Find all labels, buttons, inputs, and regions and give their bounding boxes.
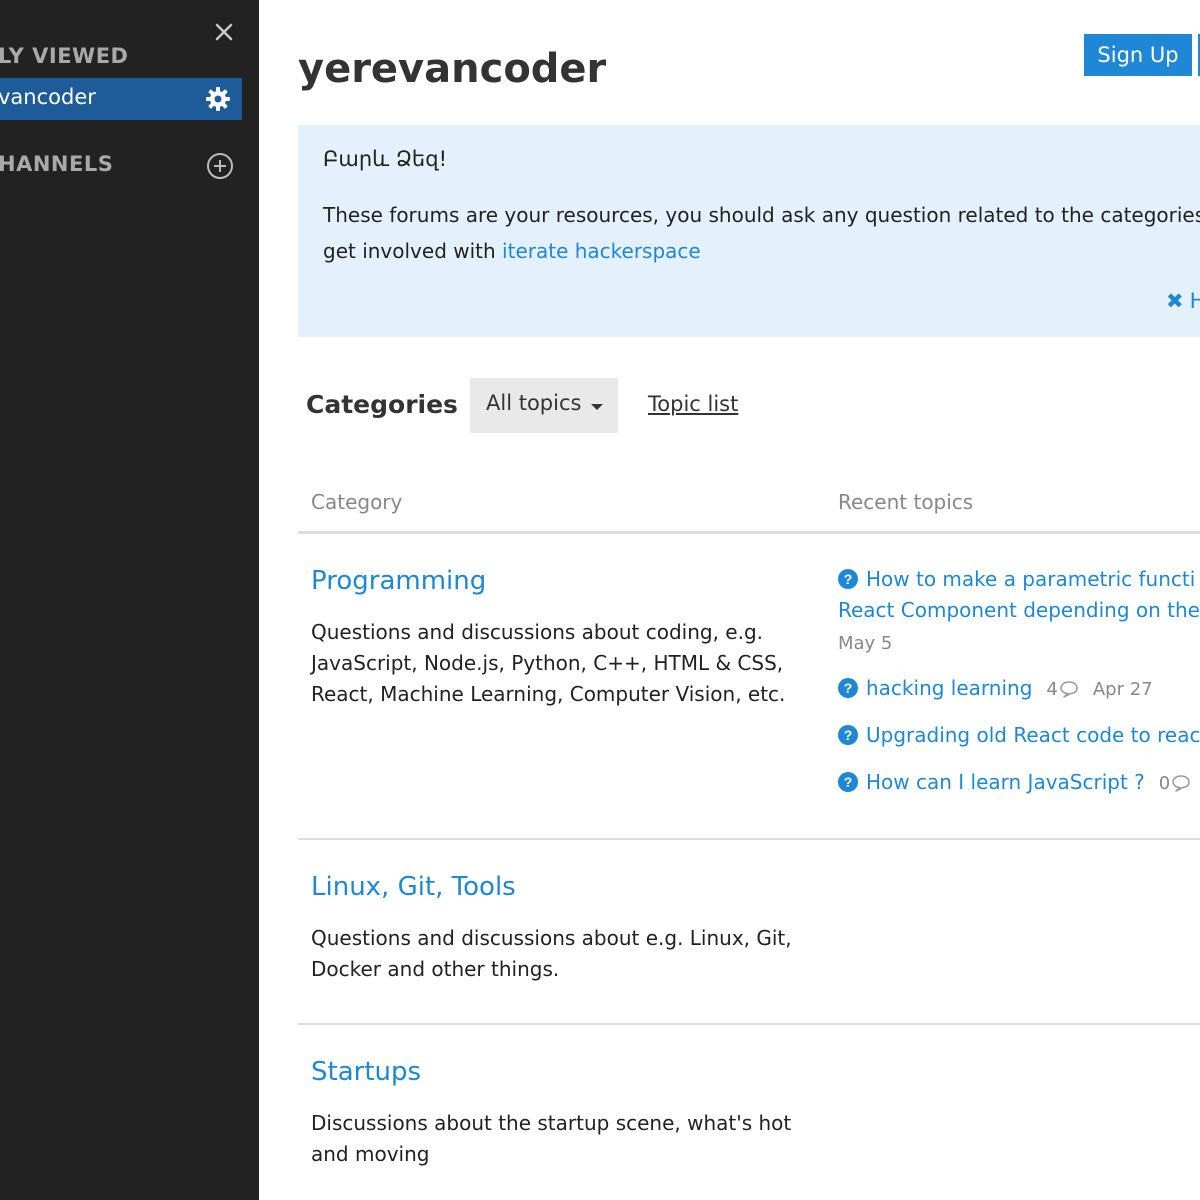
table-row: Linux, Git, Tools Questions and discussi… (298, 840, 1200, 1025)
table-row: Startups Discussions about the startup s… (298, 1025, 1200, 1200)
reply-count-value: 0 (1158, 773, 1171, 794)
reply-count: 0 (1159, 773, 1191, 794)
topic-date: Apr 27 (1092, 679, 1153, 700)
speech-bubble-icon (1059, 680, 1079, 698)
category-description-line: React, Machine Learning, Computer Vision… (311, 682, 786, 706)
category-link-startups[interactable]: Startups (311, 1057, 421, 1087)
category-link-linux-git-tools[interactable]: Linux, Git, Tools (311, 872, 516, 902)
topic-item: ? How can I learn JavaScript ? 0 (838, 770, 1191, 794)
dropdown-label: All topics (486, 391, 582, 415)
sidebar-item-yerevancoder[interactable]: vancoder (0, 78, 242, 120)
topic-item: ? hacking learning 4 Apr 27 (838, 676, 1153, 700)
category-description-line: Discussions about the startup scene, wha… (311, 1111, 792, 1135)
category-description-line: JavaScript, Node.js, Python, C++, HTML &… (311, 651, 784, 675)
svg-text:?: ? (844, 727, 853, 743)
sidebar: LY VIEWED vancoder HANNELS (0, 0, 259, 1200)
reply-count: 4 (1046, 679, 1078, 700)
topic-link[interactable]: How to make a parametric functi (866, 567, 1195, 591)
topic-item: ? How to make a parametric functi (838, 567, 1195, 591)
recently-viewed-heading: LY VIEWED (0, 44, 129, 68)
gear-icon[interactable] (204, 85, 232, 113)
category-description: Discussions about the startup scene, wha… (311, 1108, 811, 1170)
banner-text-line: get involved with iterate hackerspace (323, 233, 1200, 269)
topic-link-continued[interactable]: React Component depending on the (838, 598, 1200, 622)
category-description-line: and moving (311, 1142, 430, 1166)
iterate-hackerspace-link[interactable]: iterate hackerspace (502, 239, 701, 263)
welcome-banner: Բարև Ձեզ! These forums are your resource… (298, 125, 1200, 337)
speech-bubble-icon (1171, 774, 1191, 792)
banner-greeting: Բարև Ձեզ! (323, 147, 447, 171)
caret-down-icon (591, 404, 603, 410)
banner-text-prefix: get involved with (323, 239, 503, 263)
category-link-programming[interactable]: Programming (311, 566, 486, 596)
channels-heading: HANNELS (0, 152, 114, 176)
topic-link[interactable]: Upgrading old React code to reac (866, 723, 1200, 747)
topic-link[interactable]: hacking learning (866, 676, 1032, 700)
category-nav: Categories All topics Topic list (298, 378, 1198, 433)
page-title: yerevancoder (298, 46, 607, 92)
svg-text:?: ? (844, 680, 853, 696)
sidebar-item-label: vancoder (0, 85, 96, 109)
reply-count-value: 4 (1046, 679, 1058, 700)
all-topics-dropdown[interactable]: All topics (470, 378, 618, 433)
question-circle-icon: ? (838, 772, 858, 792)
svg-text:?: ? (844, 571, 853, 587)
sign-up-button[interactable]: Sign Up (1084, 34, 1192, 76)
hide-banner-button[interactable]: ✖ H (1166, 289, 1200, 313)
topic-date: May 5 (838, 633, 893, 654)
topic-link[interactable]: How can I learn JavaScript ? (866, 770, 1145, 794)
main-content: yerevancoder Sign Up Բարև Ձեզ! These for… (259, 0, 1200, 1200)
close-icon[interactable] (210, 18, 238, 46)
close-icon: ✖ (1166, 289, 1184, 313)
category-description: Questions and discussions about coding, … (311, 617, 811, 710)
category-description-line: Questions and discussions about coding, … (311, 620, 763, 644)
table-header: Category Recent topics (298, 480, 1200, 534)
question-circle-icon: ? (838, 678, 858, 698)
banner-text-line: These forums are your resources, you sho… (323, 203, 1200, 227)
category-description: Questions and discussions about e.g. Lin… (311, 923, 811, 985)
plus-circle-icon[interactable] (206, 152, 234, 180)
topic-item: ? Upgrading old React code to reac (838, 723, 1200, 747)
categories-label: Categories (306, 390, 458, 419)
column-header-category: Category (311, 490, 403, 514)
question-circle-icon: ? (838, 725, 858, 745)
column-header-recent-topics: Recent topics (838, 490, 974, 514)
topic-list-link[interactable]: Topic list (648, 392, 738, 416)
category-description-line: Questions and discussions about e.g. Lin… (311, 926, 792, 950)
banner-text: These forums are your resources, you sho… (323, 197, 1200, 269)
table-row: Programming Questions and discussions ab… (298, 534, 1200, 840)
hide-label: H (1189, 289, 1200, 313)
question-circle-icon: ? (838, 569, 858, 589)
svg-text:?: ? (844, 774, 853, 790)
category-description-line: Docker and other things. (311, 957, 560, 981)
